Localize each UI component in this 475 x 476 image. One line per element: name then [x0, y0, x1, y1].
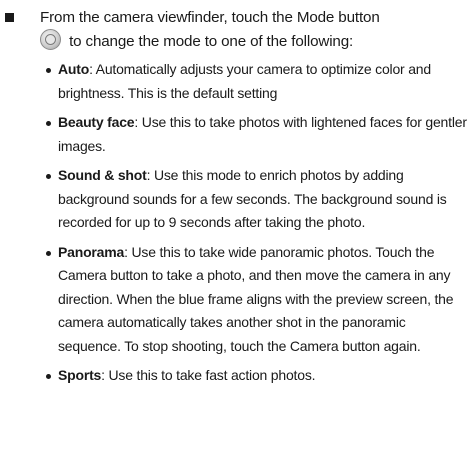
mode-button-icon — [40, 29, 61, 50]
mode-item-panorama: Panorama: Use this to take wide panorami… — [0, 241, 475, 359]
square-bullet-icon — [5, 13, 14, 22]
bullet-dot-icon — [46, 174, 51, 179]
mode-term: Sound & shot — [58, 167, 147, 183]
mode-item-sports: Sports: Use this to take fast action pho… — [0, 364, 475, 388]
mode-description: : Use this to take wide panoramic photos… — [58, 243, 454, 354]
instruction-text-before: From the camera viewfinder, touch the Mo… — [40, 9, 380, 26]
bullet-dot-icon — [46, 68, 51, 73]
mode-term: Beauty face — [58, 114, 135, 130]
bullet-dot-icon — [46, 374, 51, 379]
mode-item-beauty-face: Beauty face: Use this to take photos wit… — [0, 111, 475, 158]
mode-term: Sports — [58, 367, 102, 383]
mode-term: Panorama — [58, 243, 125, 260]
mode-item-sound-and-shot: Sound & shot: Use this mode to enrich ph… — [0, 164, 475, 235]
mode-description: : Automatically adjusts your camera to o… — [58, 61, 431, 101]
mode-list: Auto: Automatically adjusts your camera … — [0, 58, 475, 394]
mode-description: : Use this to take fast action photos. — [101, 367, 316, 383]
instruction-text-after: to change the mode to one of the followi… — [69, 33, 354, 50]
mode-term: Auto — [58, 61, 90, 77]
mode-item-auto: Auto: Automatically adjusts your camera … — [0, 58, 475, 105]
document-page: From the camera viewfinder, touch the Mo… — [0, 0, 475, 476]
bullet-dot-icon — [46, 250, 51, 256]
bullet-dot-icon — [46, 121, 51, 126]
instruction-text: From the camera viewfinder, touch the Mo… — [40, 6, 470, 53]
